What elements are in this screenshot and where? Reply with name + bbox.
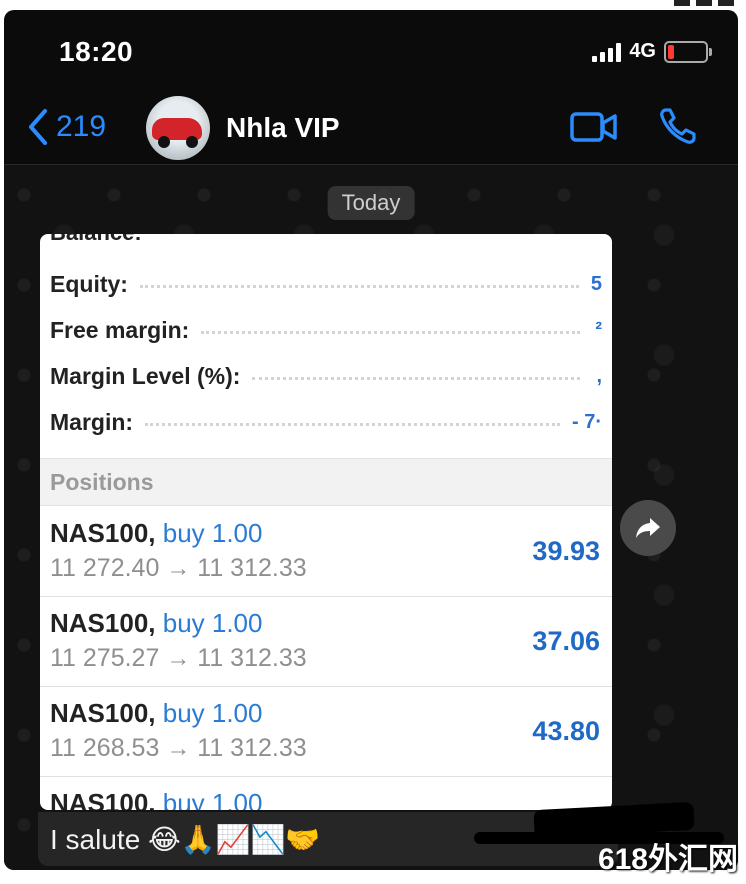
position-open-price: 11 272.40 bbox=[50, 554, 160, 582]
network-label: 4G bbox=[629, 40, 656, 62]
position-row: NAS100, buy 1.00 11 275.27 → 11 312.33 3… bbox=[40, 596, 612, 687]
phone-call-icon bbox=[660, 108, 696, 144]
account-value: 5 bbox=[590, 272, 602, 295]
position-row: NAS100, buy 1.00 11 268.53 → 11 312.33 4… bbox=[40, 686, 612, 777]
status-indicators: 4G bbox=[592, 40, 712, 63]
back-count: 219 bbox=[56, 110, 107, 143]
position-profit: 39.93 bbox=[532, 536, 600, 566]
account-label: Equity: bbox=[50, 270, 128, 297]
position-current-price: 11 312.33 bbox=[197, 644, 307, 672]
position-current-price: 11 312.33 bbox=[197, 554, 307, 582]
account-value: , bbox=[596, 364, 602, 387]
date-separator: Today bbox=[327, 186, 415, 220]
position-open-price: 11 275.27 bbox=[50, 644, 160, 672]
arrow-right-icon: → bbox=[166, 555, 191, 582]
position-symbol: NAS100, bbox=[50, 788, 156, 810]
signal-icon bbox=[592, 42, 622, 62]
account-row: Margin Level (%): , bbox=[50, 356, 602, 396]
caption-text: I salute 😂🙏📈📉🤝 bbox=[50, 823, 321, 855]
account-label: Free margin: bbox=[50, 316, 190, 343]
clipped-balance-label: Balance: bbox=[50, 234, 142, 246]
forward-button[interactable] bbox=[620, 500, 676, 556]
position-symbol: NAS100, bbox=[50, 518, 156, 548]
positions-header: Positions bbox=[40, 458, 612, 506]
corner-marks bbox=[674, 0, 734, 6]
battery-icon bbox=[664, 40, 712, 63]
chevron-left-icon bbox=[29, 109, 47, 145]
account-value: ² bbox=[595, 318, 602, 341]
phone-screen: 18:20 4G 219 Nhla VIP Today Equity: 5 Fr… bbox=[4, 10, 738, 870]
position-symbol: NAS100, bbox=[50, 698, 156, 728]
forward-share-icon bbox=[636, 518, 660, 538]
avatar[interactable] bbox=[146, 96, 210, 160]
account-row: Free margin: ² bbox=[50, 310, 602, 350]
position-row: NAS100, buy 1.00 11 272.40 → 11 312.33 3… bbox=[40, 506, 612, 597]
trading-screenshot[interactable]: Balance: Equity: 5 Free margin: ² Margin… bbox=[40, 234, 612, 810]
phone-call-button[interactable] bbox=[658, 106, 698, 151]
position-row: NAS100, buy 1.00 bbox=[40, 776, 612, 810]
position-direction: buy 1.00 bbox=[162, 608, 263, 638]
account-value: - 7· bbox=[572, 410, 602, 433]
status-time: 18:20 bbox=[59, 36, 134, 67]
account-row: Equity: 5 bbox=[50, 264, 602, 304]
video-call-icon bbox=[570, 112, 617, 142]
account-row: Margin: - 7· bbox=[50, 402, 602, 442]
position-open-price: 11 268.53 bbox=[50, 734, 160, 762]
arrow-right-icon: → bbox=[166, 735, 191, 762]
position-direction: buy 1.00 bbox=[162, 518, 263, 548]
chat-name[interactable]: Nhla VIP bbox=[226, 112, 340, 144]
account-label: Margin: bbox=[50, 408, 134, 435]
position-direction: buy 1.00 bbox=[162, 698, 263, 728]
position-symbol: NAS100, bbox=[50, 608, 156, 638]
video-call-button[interactable] bbox=[570, 110, 618, 149]
position-current-price: 11 312.33 bbox=[197, 734, 307, 762]
position-profit: 37.06 bbox=[532, 626, 600, 656]
arrow-right-icon: → bbox=[166, 645, 191, 672]
positions-label: Positions bbox=[50, 469, 154, 495]
watermark: 618外汇网 bbox=[597, 843, 738, 876]
chat-header: 219 Nhla VIP bbox=[4, 90, 738, 168]
back-button[interactable]: 219 bbox=[26, 108, 106, 146]
account-label: Margin Level (%): bbox=[50, 362, 241, 389]
position-profit: 43.80 bbox=[532, 716, 600, 746]
position-direction: buy 1.00 bbox=[162, 788, 263, 810]
